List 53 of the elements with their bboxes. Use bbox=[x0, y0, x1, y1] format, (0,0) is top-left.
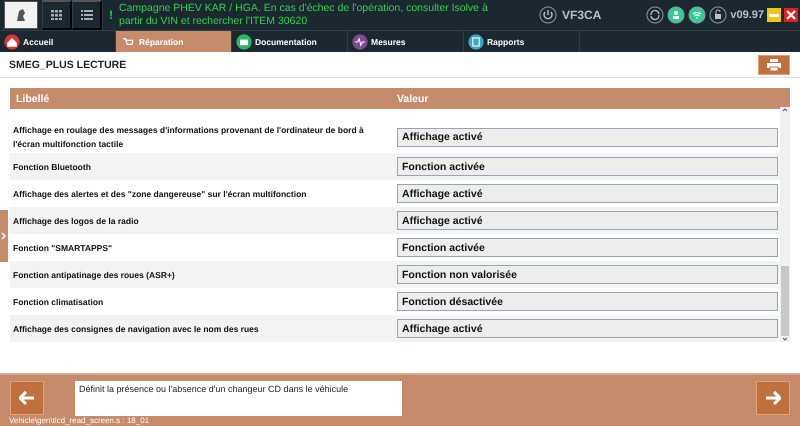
column-header: Libellé bbox=[15, 92, 50, 104]
nav-tab[interactable]: Documentation bbox=[232, 31, 348, 52]
arrow-left-icon bbox=[19, 391, 35, 405]
value-field: Fonction non valorisée bbox=[397, 265, 778, 284]
print-button[interactable] bbox=[758, 54, 790, 74]
lock-icon[interactable] bbox=[709, 6, 728, 24]
row-label: Affichage en roulage des messages d'informations provenant de l'ordinateur de bord à l'écran multifonction tactile bbox=[12, 124, 365, 151]
value-field: Affichage activé bbox=[397, 319, 778, 338]
value-field: Fonction désactivée bbox=[397, 292, 778, 311]
pulse-icon bbox=[352, 34, 368, 50]
refresh-icon[interactable] bbox=[646, 6, 664, 24]
row-label: Fonction climatisation bbox=[12, 296, 104, 308]
next-button[interactable] bbox=[756, 381, 790, 415]
house-icon bbox=[4, 34, 20, 50]
value-field: Affichage activé bbox=[397, 211, 778, 230]
arrow-right-icon bbox=[765, 391, 781, 405]
close-button[interactable] bbox=[784, 8, 798, 22]
row-label: Affichage des logos de la radio bbox=[12, 214, 140, 228]
row-label: Fonction antipatinage des roues (ASR+) bbox=[12, 268, 176, 282]
scrollbar-thumb[interactable] bbox=[781, 266, 789, 336]
user-icon[interactable] bbox=[667, 6, 686, 24]
power-icon[interactable] bbox=[539, 6, 557, 24]
caret-down-icon bbox=[782, 336, 788, 342]
nav-tab[interactable]: Rapports bbox=[464, 31, 580, 52]
row-label: Affichage des alertes et des "zone dangereuse" sur l'écran multifonction bbox=[12, 188, 308, 201]
alert-mark: ! bbox=[109, 8, 113, 22]
alert-message: Campagne PHEV KAR / HGA. En cas d'échec de l'opération, consulter Isolve à partir du VIN et rechercher l'ITEM 30620 bbox=[119, 2, 489, 28]
value-field: Affichage activé bbox=[397, 184, 778, 203]
nav-tab[interactable]: Mesures bbox=[348, 31, 464, 52]
chevron-right-icon bbox=[1, 232, 7, 240]
side-panel-handle[interactable] bbox=[0, 210, 8, 262]
row-label: Fonction Bluetooth bbox=[12, 160, 92, 174]
scrollbar[interactable] bbox=[780, 107, 790, 342]
vin-label: VF3CA bbox=[562, 8, 602, 22]
row-label: Fonction "SMARTAPPS" bbox=[12, 242, 114, 254]
row-label: Affichage des consignes de navigation avec le nom des rues bbox=[12, 322, 260, 336]
value-field: Affichage activé bbox=[397, 128, 778, 146]
value-field: Fonction activée bbox=[397, 238, 778, 257]
minus-icon bbox=[769, 14, 779, 16]
value-field: Fonction activée bbox=[397, 157, 778, 176]
report-icon bbox=[468, 34, 484, 50]
caret-up-icon bbox=[782, 107, 788, 113]
back-button[interactable] bbox=[10, 381, 44, 415]
page-title: SMEG_PLUS LECTURE bbox=[9, 58, 126, 70]
wifi-icon[interactable] bbox=[688, 6, 706, 24]
version-label: v09.97 bbox=[730, 9, 764, 21]
folder-icon bbox=[236, 34, 252, 50]
close-icon bbox=[786, 10, 796, 20]
printer-icon bbox=[767, 58, 781, 70]
description-text: Définit la présence ou l'absence d'un changeur CD dans le véhicule bbox=[75, 381, 402, 416]
nav-tab[interactable]: Accueil bbox=[0, 31, 116, 52]
script-path: Vehicle\gen\tlcd_read_screen.s : 18_01 bbox=[9, 416, 150, 425]
column-header: Valeur bbox=[397, 92, 429, 104]
